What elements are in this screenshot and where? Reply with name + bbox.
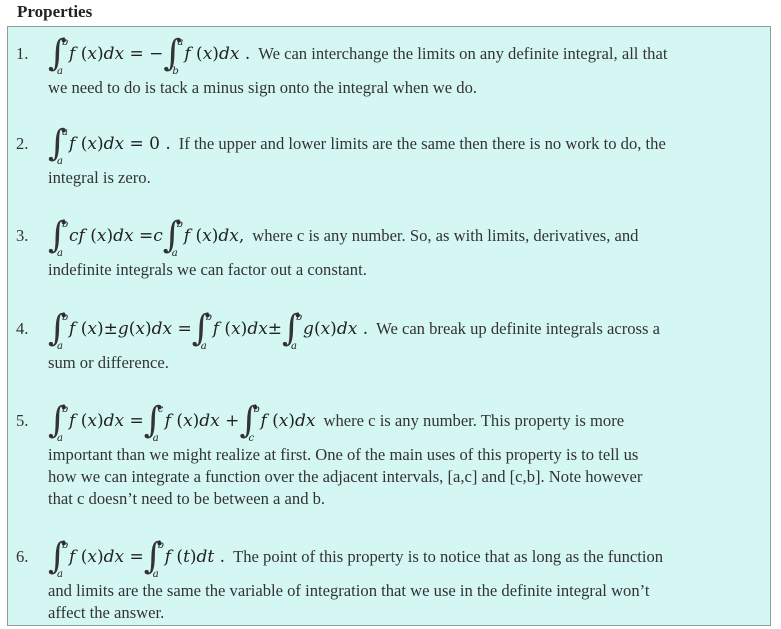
property-item-3: 3. ∫ b a cf (x) dx = c ∫ b a f (x) dx, where c… — [16, 213, 762, 283]
property-text: where c is any number. So, as with limit… — [252, 226, 639, 245]
property-text: where c is any number. This property is … — [323, 411, 625, 430]
formula: ∫ a a f (x) dx = 0 . — [48, 123, 171, 167]
formula: ∫ b a f (x) dx = ∫ c a f (x) dx + ∫ b c f (x) dx — [48, 400, 316, 444]
section-heading: Properties — [17, 2, 93, 21]
formula: ∫ b a f (x)± g(x) dx = ∫ b a f (x) dx ± ∫ b a g(x)… — [48, 308, 369, 352]
property-text-cont: that c doesn’t need to be between a and … — [48, 489, 326, 508]
property-item-5: 5. ∫ b a f (x) dx = ∫ c a f (x) dx + ∫ b c f (x)… — [16, 398, 762, 518]
property-text-cont: indefinite integrals we can factor out a… — [48, 260, 367, 279]
item-number: 2. — [16, 134, 29, 153]
item-number: 5. — [16, 411, 29, 430]
formula: ∫ b a f (x) dx = − ∫ a b f (x) dx . — [48, 33, 251, 77]
formula: ∫ b a f (x) dx = ∫ b a f (t) dt . — [48, 536, 226, 580]
property-text-cont: how we can integrate a function over the… — [48, 467, 643, 486]
property-item-6: 6. ∫ b a f (x) dx = ∫ b a f (t) dt . The point… — [16, 534, 762, 626]
property-text-cont: integral is zero. — [48, 168, 151, 187]
property-text-cont: affect the answer. — [48, 603, 165, 622]
property-item-2: 2. ∫ a a f (x) dx = 0 . If the upper and lo… — [16, 121, 762, 191]
item-number: 1. — [16, 44, 29, 63]
properties-box: 1. ∫ b a f (x) dx = − ∫ a b f (x) dx . We can … — [7, 26, 771, 626]
property-text: We can break up definite integrals acros… — [376, 319, 660, 338]
property-text-cont: sum or difference. — [48, 353, 169, 372]
property-text: We can interchange the limits on any def… — [258, 44, 668, 63]
property-text: If the upper and lower limits are the sa… — [178, 134, 666, 153]
property-text-cont: important than we might realize at first… — [48, 445, 639, 464]
property-text-cont: we need to do is tack a minus sign onto … — [48, 78, 478, 97]
property-item-4: 4. ∫ b a f (x)± g(x) dx = ∫ b a f (x) dx ± ∫ b a g… — [16, 306, 762, 376]
formula: ∫ b a cf (x) dx = c ∫ b a f (x) dx, — [48, 215, 245, 259]
property-text-cont: and limits are the same the variable of … — [48, 581, 650, 600]
property-text: The point of this property is to notice … — [233, 547, 664, 566]
item-number: 3. — [16, 226, 29, 245]
property-item-1: 1. ∫ b a f (x) dx = − ∫ a b f (x) dx . We can … — [16, 31, 762, 101]
item-number: 6. — [16, 547, 29, 566]
item-number: 4. — [16, 319, 29, 338]
